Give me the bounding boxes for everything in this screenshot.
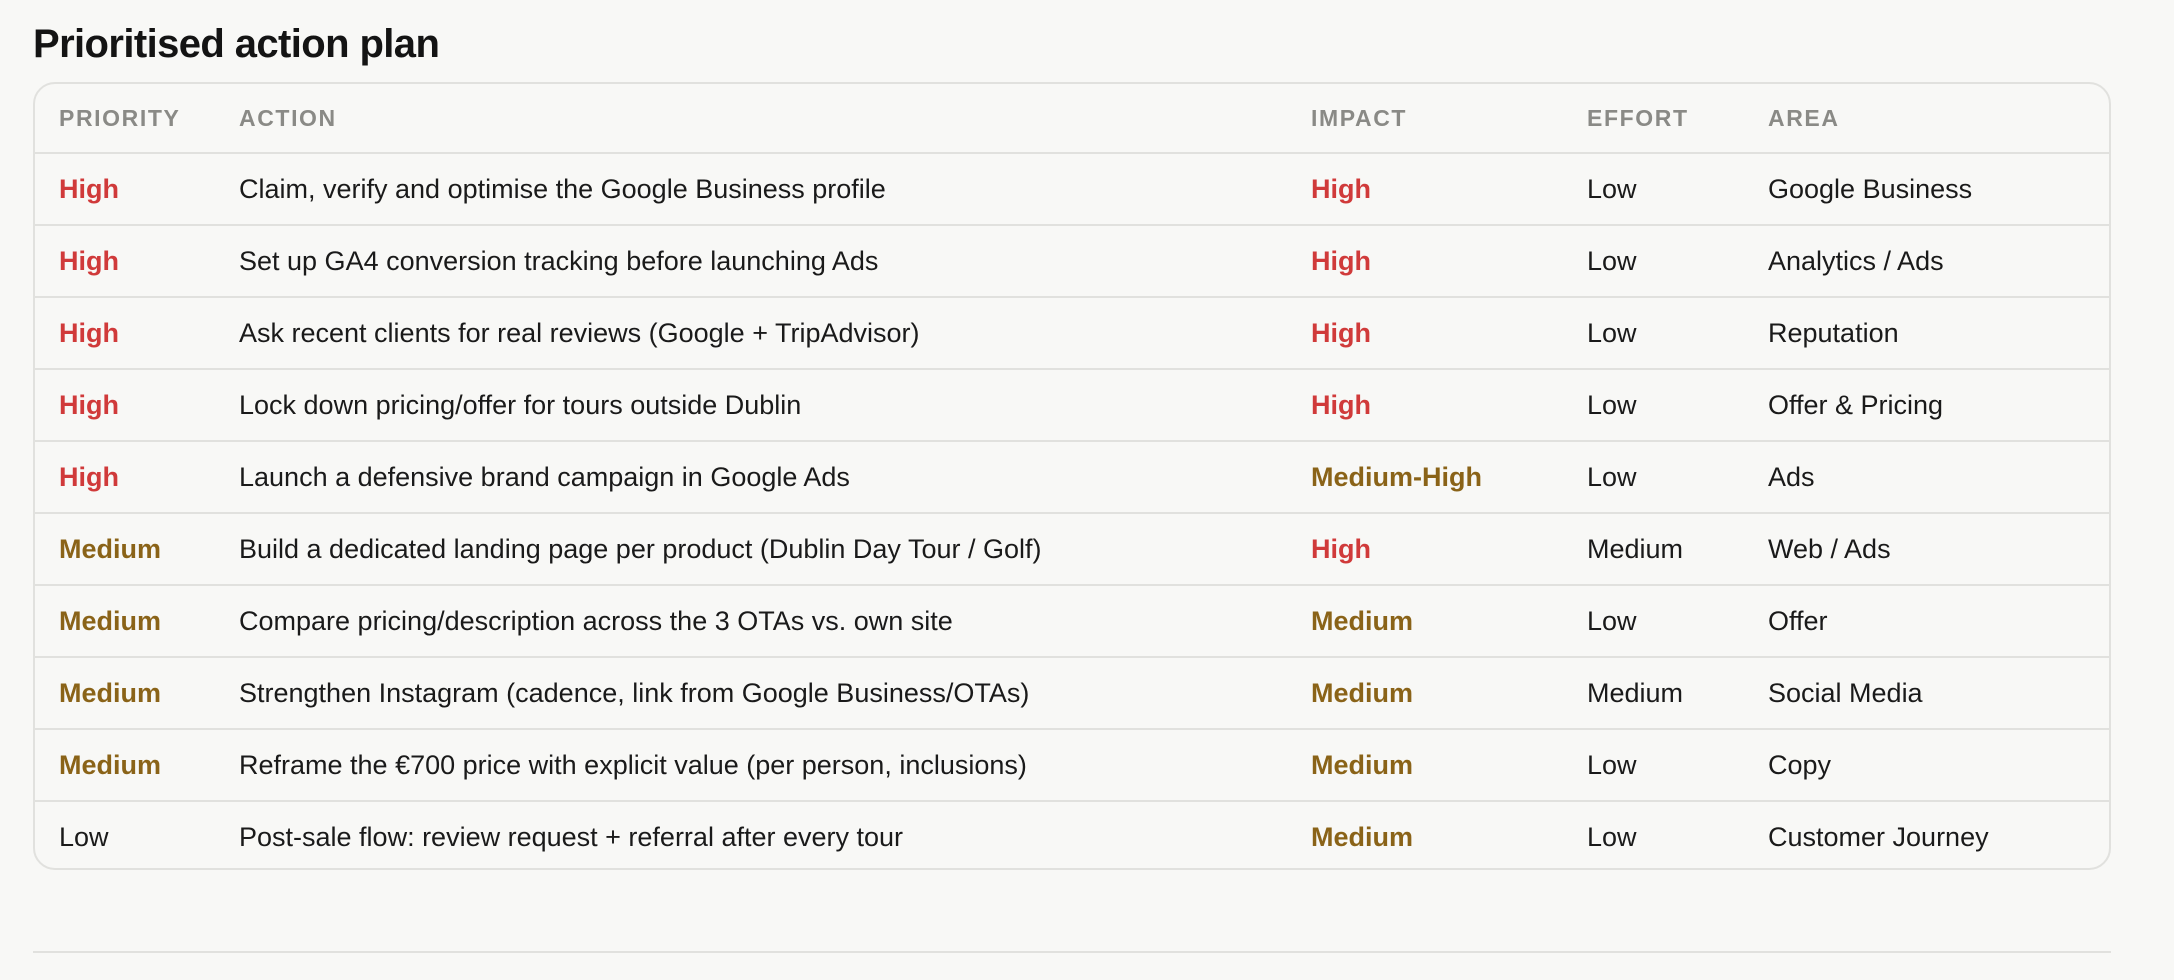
- action-cell: Launch a defensive brand campaign in Goo…: [239, 441, 1311, 514]
- priority-cell: High: [35, 225, 239, 298]
- action-cell: Post-sale flow: review request + referra…: [239, 821, 904, 852]
- table-row: High Ask recent clients for real reviews…: [35, 297, 2109, 370]
- area-cell: Web / Ads: [1768, 513, 2109, 586]
- impact-cell: High: [1311, 369, 1587, 442]
- impact-cell: Medium: [1311, 585, 1587, 658]
- priority-cell: Medium: [35, 729, 239, 802]
- column-header-area: AREA: [1768, 84, 2109, 154]
- column-header-action: ACTION: [239, 84, 1311, 154]
- page: Prioritised action plan PRIORITY ACTION …: [0, 0, 2174, 980]
- impact-cell: Medium: [1311, 657, 1587, 730]
- table-row: Low Post-sale flow: review request + ref…: [35, 801, 2109, 868]
- priority-cell: Medium: [35, 657, 239, 730]
- action-cell: Lock down pricing/offer for tours outsid…: [239, 369, 1311, 442]
- effort-cell: Low: [1587, 369, 1768, 442]
- table-row: High Claim, verify and optimise the Goog…: [35, 153, 2109, 226]
- area-cell: Customer Journey: [1768, 821, 1989, 852]
- effort-cell: Low: [1587, 297, 1768, 370]
- table-row: High Set up GA4 conversion tracking befo…: [35, 225, 2109, 298]
- table-row: Medium Compare pricing/description acros…: [35, 585, 2109, 658]
- effort-cell: Low: [1587, 225, 1768, 298]
- effort-cell: Low: [1587, 821, 1637, 852]
- action-cell: Claim, verify and optimise the Google Bu…: [239, 153, 1311, 226]
- column-header-priority: PRIORITY: [35, 84, 239, 154]
- impact-cell: Medium: [1311, 821, 1414, 852]
- area-cell: Copy: [1768, 729, 2109, 802]
- impact-cell: Medium: [1311, 729, 1587, 802]
- area-cell: Analytics / Ads: [1768, 225, 2109, 298]
- impact-cell: High: [1311, 513, 1587, 586]
- action-cell: Build a dedicated landing page per produ…: [239, 513, 1311, 586]
- area-cell: Google Business: [1768, 153, 2109, 226]
- action-cell: Set up GA4 conversion tracking before la…: [239, 225, 1311, 298]
- page-title: Prioritised action plan: [33, 22, 440, 66]
- priority-cell: High: [35, 369, 239, 442]
- impact-cell: High: [1311, 297, 1587, 370]
- action-cell: Reframe the €700 price with explicit val…: [239, 729, 1311, 802]
- column-header-impact: IMPACT: [1311, 84, 1587, 154]
- priority-cell: High: [35, 153, 239, 226]
- impact-cell: High: [1311, 225, 1587, 298]
- area-cell: Social Media: [1768, 657, 2109, 730]
- action-cell: Compare pricing/description across the 3…: [239, 585, 1311, 658]
- impact-cell: Medium-High: [1311, 441, 1587, 514]
- priority-cell: Low: [59, 821, 109, 852]
- effort-cell: Low: [1587, 153, 1768, 226]
- area-cell: Ads: [1768, 441, 2109, 514]
- priority-cell: Medium: [35, 585, 239, 658]
- effort-cell: Medium: [1587, 657, 1768, 730]
- priority-cell: High: [35, 297, 239, 370]
- table-header-row: PRIORITY ACTION IMPACT EFFORT AREA: [35, 84, 2109, 154]
- table-row: Medium Build a dedicated landing page pe…: [35, 513, 2109, 586]
- effort-cell: Low: [1587, 441, 1768, 514]
- effort-cell: Low: [1587, 585, 1768, 658]
- effort-cell: Low: [1587, 729, 1768, 802]
- table-row: Medium Strengthen Instagram (cadence, li…: [35, 657, 2109, 730]
- action-cell: Strengthen Instagram (cadence, link from…: [239, 657, 1311, 730]
- column-header-effort: EFFORT: [1587, 84, 1768, 154]
- action-plan-table-card: PRIORITY ACTION IMPACT EFFORT AREA High …: [33, 82, 2111, 870]
- priority-cell: Medium: [35, 513, 239, 586]
- action-cell: Ask recent clients for real reviews (Goo…: [239, 297, 1311, 370]
- area-cell: Offer & Pricing: [1768, 369, 2109, 442]
- effort-cell: Medium: [1587, 513, 1768, 586]
- area-cell: Reputation: [1768, 297, 2109, 370]
- table-row: High Lock down pricing/offer for tours o…: [35, 369, 2109, 442]
- action-plan-table: PRIORITY ACTION IMPACT EFFORT AREA High …: [35, 84, 2109, 868]
- area-cell: Offer: [1768, 585, 2109, 658]
- table-row: High Launch a defensive brand campaign i…: [35, 441, 2109, 514]
- table-row: Medium Reframe the €700 price with expli…: [35, 729, 2109, 802]
- section-divider: [33, 951, 2111, 953]
- impact-cell: High: [1311, 153, 1587, 226]
- priority-cell: High: [35, 441, 239, 514]
